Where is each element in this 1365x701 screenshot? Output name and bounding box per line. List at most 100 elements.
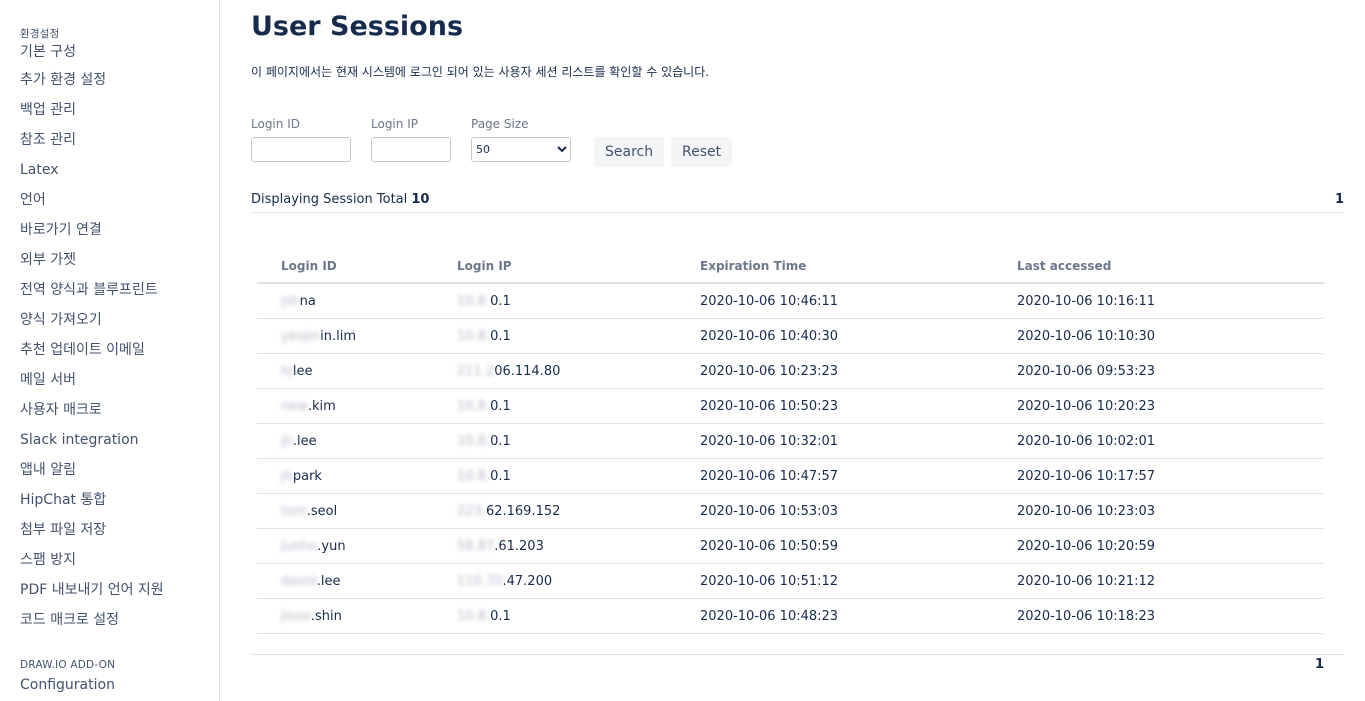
login-id-input[interactable] xyxy=(251,137,351,162)
sidebar-item[interactable]: 첨부 파일 저장 xyxy=(20,515,219,545)
cell-login-id: hjlee xyxy=(257,353,433,389)
page-size-label: Page Size xyxy=(471,117,529,131)
cell-login-ip: 10.8.0.1 xyxy=(433,318,676,354)
session-summary: Displaying Session Total 10 1 xyxy=(251,192,1344,213)
cell-login-ip: 211.206.114.80 xyxy=(433,353,676,389)
last-accessed: 2020-10-06 10:17:57 xyxy=(1017,468,1156,484)
login-id-redacted: yeojin xyxy=(281,328,321,344)
cell-login-id: junho.yun xyxy=(257,528,433,564)
sidebar-item[interactable]: 추가 환경 설정 xyxy=(20,65,219,95)
cell-login-ip: 58.87.61.203 xyxy=(433,528,676,564)
page-title: User Sessions xyxy=(251,11,464,42)
login-ip: 0.1 xyxy=(490,398,511,414)
login-id: .lee xyxy=(316,573,341,589)
sessions-table-body: jshna 10.8.0.1 2020-10-06 10:46:11 2020-10-… xyxy=(257,283,1324,634)
login-ip-redacted: 10.8. xyxy=(457,293,491,309)
login-ip-redacted: 10.8. xyxy=(457,433,491,449)
cell-login-ip: 10.8.0.1 xyxy=(433,598,676,634)
login-ip-redacted: 10.8. xyxy=(457,608,491,624)
expiration-time: 2020-10-06 10:40:30 xyxy=(700,328,839,344)
cell-expiration-time: 2020-10-06 10:47:57 xyxy=(676,458,993,494)
login-ip: 0.1 xyxy=(490,608,511,624)
login-id: lee xyxy=(292,363,313,379)
login-ip-redacted: 110.70 xyxy=(457,573,503,589)
sidebar-item[interactable]: 스팸 방지 xyxy=(20,545,219,575)
cell-expiration-time: 2020-10-06 10:48:23 xyxy=(676,598,993,634)
cell-login-ip: 10.8.0.1 xyxy=(433,283,676,319)
reset-button[interactable]: Reset xyxy=(671,137,733,167)
table-row: jh.lee 10.8.0.1 2020-10-06 10:32:01 2020-10… xyxy=(257,423,1324,459)
cell-expiration-time: 2020-10-06 10:50:59 xyxy=(676,528,993,564)
sidebar-item[interactable]: 참조 관리 xyxy=(20,125,219,155)
sidebar-item[interactable]: 양식 가져오기 xyxy=(20,305,219,335)
login-id: .yun xyxy=(317,538,346,554)
sidebar-item[interactable]: 언어 xyxy=(20,185,219,215)
header-expiration-time: Expiration Time xyxy=(676,249,993,284)
cell-login-id: jh.lee xyxy=(257,423,433,459)
cell-login-id: jhpark xyxy=(257,458,433,494)
cell-expiration-time: 2020-10-06 10:53:03 xyxy=(676,493,993,529)
table-row: hjlee 211.206.114.80 2020-10-06 10:23:23 20… xyxy=(257,353,1324,389)
page-size-select[interactable]: 50 xyxy=(471,137,571,162)
login-id-redacted: junho xyxy=(281,538,318,554)
login-id: .kim xyxy=(307,398,336,414)
expiration-time: 2020-10-06 10:51:12 xyxy=(700,573,839,589)
login-id-redacted: jisoo xyxy=(281,608,311,624)
cell-login-id: yeojinin.lim xyxy=(257,318,433,354)
page-size-field: Page Size 50 xyxy=(471,116,571,162)
login-ip: .61.203 xyxy=(494,538,544,554)
sessions-table: Login ID Login IP Expiration Time Last a… xyxy=(257,249,1324,634)
sidebar-item[interactable]: 기본 구성 xyxy=(20,43,219,65)
last-accessed: 2020-10-06 10:20:59 xyxy=(1017,538,1156,554)
sidebar-item[interactable]: HipChat 통합 xyxy=(20,485,219,515)
login-id: na xyxy=(299,293,316,309)
summary-text: Displaying Session Total xyxy=(251,192,408,207)
login-ip: 0.1 xyxy=(490,293,511,309)
cell-login-ip: 10.8.0.1 xyxy=(433,458,676,494)
top-pagination-page[interactable]: 1 xyxy=(1335,192,1344,207)
sidebar-item[interactable]: 외부 가젯 xyxy=(20,245,219,275)
cell-last-accessed: 2020-10-06 10:18:23 xyxy=(993,598,1324,634)
sidebar-nav-list-drawio: Configuration xyxy=(20,676,219,698)
search-button[interactable]: Search xyxy=(594,137,665,167)
login-ip-redacted: 10.8. xyxy=(457,328,491,344)
login-id: .lee xyxy=(292,433,317,449)
sidebar-item[interactable]: PDF 내보내기 언어 지원 xyxy=(20,575,219,605)
sidebar-item[interactable]: 추천 업데이트 이메일 xyxy=(20,335,219,365)
login-ip-input[interactable] xyxy=(371,137,451,162)
last-accessed: 2020-10-06 10:18:23 xyxy=(1017,608,1156,624)
sidebar-item[interactable]: 전역 양식과 블루프린트 xyxy=(20,275,219,305)
last-accessed: 2020-10-06 10:02:01 xyxy=(1017,433,1156,449)
cell-login-ip: 10.8.0.1 xyxy=(433,423,676,459)
last-accessed: 2020-10-06 10:21:12 xyxy=(1017,573,1156,589)
sidebar-item-drawio[interactable]: Configuration xyxy=(20,676,219,698)
bottom-divider xyxy=(251,654,1344,655)
login-id: .seol xyxy=(306,503,338,519)
bottom-pagination-page[interactable]: 1 xyxy=(1315,657,1324,672)
login-id-redacted: hj xyxy=(281,363,293,379)
sidebar-item[interactable]: 앱내 알림 xyxy=(20,455,219,485)
cell-last-accessed: 2020-10-06 10:21:12 xyxy=(993,563,1324,599)
cell-last-accessed: 2020-10-06 10:17:57 xyxy=(993,458,1324,494)
sidebar-item[interactable]: 메일 서버 xyxy=(20,365,219,395)
cell-last-accessed: 2020-10-06 09:53:23 xyxy=(993,353,1324,389)
cell-login-id: david.lee xyxy=(257,563,433,599)
sidebar-item[interactable]: 코드 매크로 설정 xyxy=(20,605,219,635)
table-row: junho.yun 58.87.61.203 2020-10-06 10:50:59… xyxy=(257,528,1324,564)
table-row: jshna 10.8.0.1 2020-10-06 10:46:11 2020-10-… xyxy=(257,283,1324,319)
sidebar-item[interactable]: 사용자 매크로 xyxy=(20,395,219,425)
login-ip: 0.1 xyxy=(490,328,511,344)
sidebar-item[interactable]: 바로가기 연결 xyxy=(20,215,219,245)
login-id-redacted: new xyxy=(281,398,308,414)
expiration-time: 2020-10-06 10:50:59 xyxy=(700,538,839,554)
cell-last-accessed: 2020-10-06 10:20:23 xyxy=(993,388,1324,424)
summary-total: 10 xyxy=(411,192,430,207)
expiration-time: 2020-10-06 10:53:03 xyxy=(700,503,839,519)
sidebar-item[interactable]: 백업 관리 xyxy=(20,95,219,125)
cell-expiration-time: 2020-10-06 10:46:11 xyxy=(676,283,993,319)
page-description: 이 페이지에서는 현재 시스템에 로그인 되어 있는 사용자 세션 리스트를 확… xyxy=(251,65,710,79)
sidebar-item[interactable]: Latex xyxy=(20,155,219,185)
cell-login-id: jshna xyxy=(257,283,433,319)
sidebar-item[interactable]: Slack integration xyxy=(20,425,219,455)
expiration-time: 2020-10-06 10:46:11 xyxy=(700,293,839,309)
